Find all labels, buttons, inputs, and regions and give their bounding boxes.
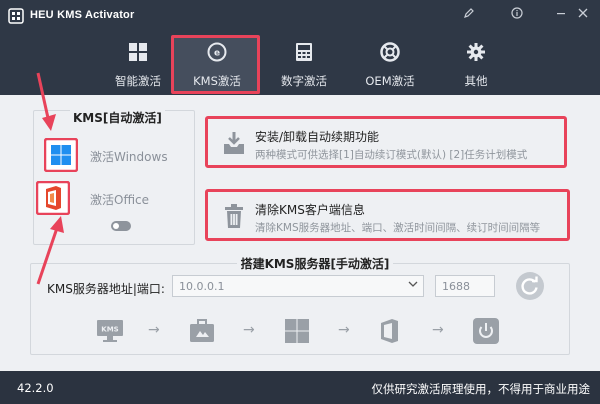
kms-icon: e [207,42,227,62]
svg-text:e: e [214,49,220,59]
app-title: HEU KMS Activator [30,9,135,21]
tab-label: 其他 [464,74,488,88]
flow-arrow: → [243,322,255,338]
info-icon[interactable] [508,6,526,24]
tab-digital-activation[interactable]: 数字激活 [261,36,347,94]
clear-kms-info-button[interactable]: 清除KMS客户端信息 清除KMS服务器地址、端口、激活时间间隔、续订时间间隔等 [205,189,570,241]
feature-desc: 清除KMS服务器地址、端口、激活时间间隔、续订时间间隔等 [255,222,541,234]
feature-title: 清除KMS客户端信息 [255,203,365,217]
svg-text:KMS: KMS [101,326,118,334]
office-flow-icon[interactable] [376,317,404,345]
server-address-value: 10.0.0.1 [179,280,225,293]
server-address-select[interactable]: 10.0.0.1 [172,275,424,297]
kms-server-icon[interactable]: KMS [96,317,124,345]
feature-title: 安装/卸载自动续期功能 [255,130,380,144]
office-icon[interactable] [36,181,70,215]
server-address-label: KMS服务器地址|端口: [47,282,165,296]
refresh-button[interactable] [516,272,544,300]
windows-icon[interactable] [44,138,78,172]
title-bar: HEU KMS Activator [0,0,600,32]
gear-icon [467,43,485,61]
office-toggle[interactable] [111,221,131,231]
tab-oem-activation[interactable]: OEM激活 [347,36,433,94]
tab-label: KMS激活 [193,74,241,88]
header: HEU KMS Activator 智能激活 e KMS激活 数字激活 OEM激… [0,0,600,95]
tab-label: 数字激活 [281,74,327,88]
activate-windows-label[interactable]: 激活Windows [90,148,168,165]
flow-arrow: → [338,322,350,338]
flow-arrow: → [432,322,444,338]
status-bar: 42.2.0 仅供研究激活原理使用，不得用于商业用途 [0,371,600,404]
minimize-icon[interactable] [552,6,570,24]
tab-kms-activation[interactable]: e KMS激活 [174,36,260,94]
edit-icon[interactable] [460,6,478,24]
kms-auto-title: KMS[自动激活] [70,109,165,126]
chevron-down-icon[interactable] [408,279,418,292]
power-icon[interactable] [472,317,500,345]
lifebuoy-icon [380,42,400,62]
version-label: 42.2.0 [17,381,54,395]
refresh-icon [521,276,538,295]
port-input[interactable]: 1688 [435,275,495,297]
activate-office-label[interactable]: 激活Office [90,191,149,208]
tab-label: OEM激活 [365,74,415,88]
tab-other[interactable]: 其他 [433,36,519,94]
windows-flow-icon[interactable] [283,317,311,345]
briefcase-icon[interactable] [188,317,216,345]
calculator-icon [296,43,312,61]
tab-smart-activation[interactable]: 智能激活 [95,36,181,94]
install-icon [224,132,244,154]
manual-kms-title-text: 搭建KMS服务器[手动激活] [236,257,394,271]
close-icon[interactable] [574,6,592,24]
trash-icon [225,204,243,228]
main-content: KMS[自动激活] 激活Windows 激活Office 安装/卸载自动续期功能… [0,95,600,371]
usage-notice: 仅供研究激活原理使用，不得用于商业用途 [371,382,591,396]
port-value: 1688 [442,280,470,293]
manual-kms-title: 搭建KMS服务器[手动激活] [0,255,600,272]
flow-arrow: → [148,322,160,338]
install-renewal-button[interactable]: 安装/卸载自动续期功能 两种模式可供选择[1]自动续订模式(默认) [2]任务计… [205,116,567,168]
feature-desc: 两种模式可供选择[1]自动续订模式(默认) [2]任务计划模式 [255,149,528,161]
tab-label: 智能激活 [115,74,161,88]
grid-icon [129,43,147,61]
app-logo-icon [8,8,24,24]
